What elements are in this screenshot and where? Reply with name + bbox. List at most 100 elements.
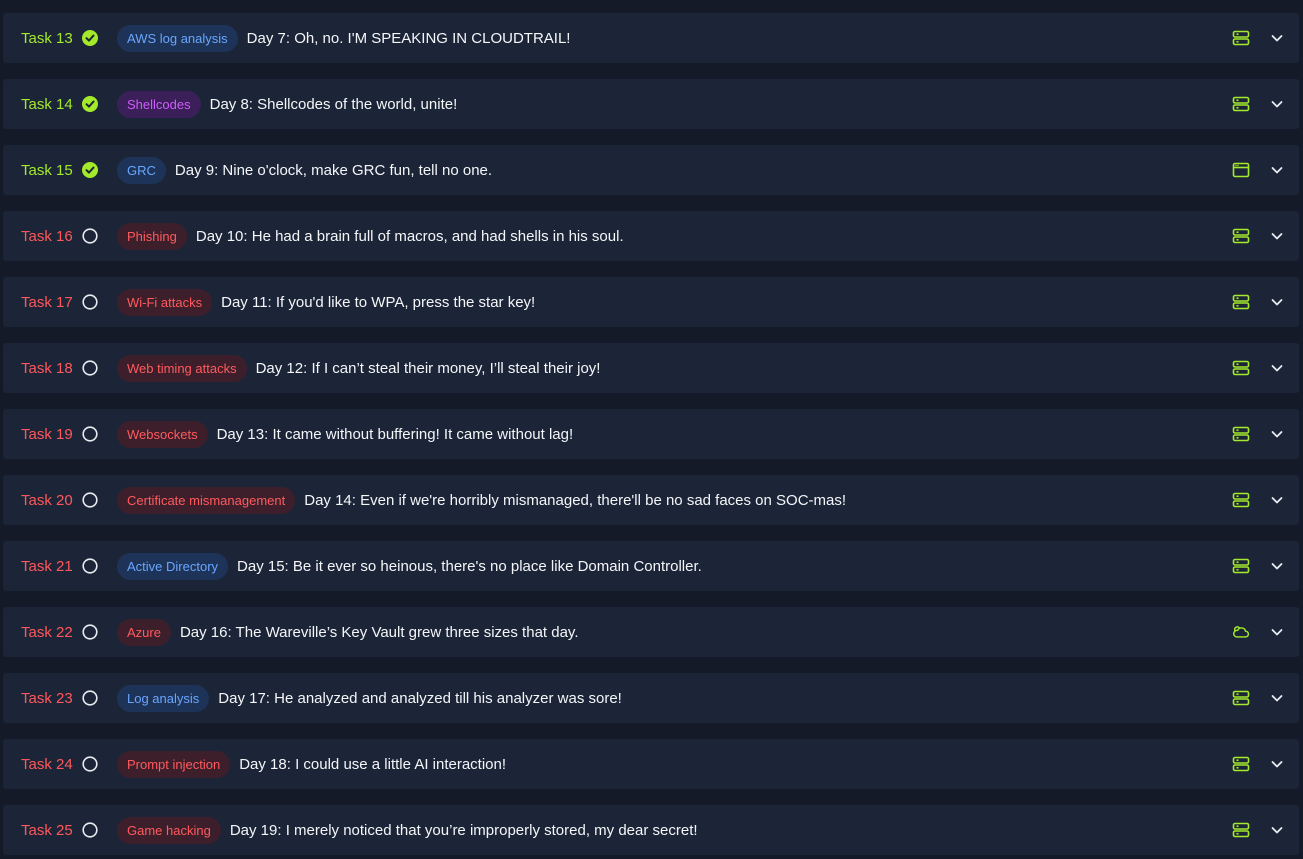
task-row-actions xyxy=(1232,689,1284,707)
empty-circle-icon xyxy=(82,228,98,244)
task-number-label: Task 22 xyxy=(21,623,73,641)
topic-tag: Certificate mismanagement xyxy=(117,486,296,514)
empty-circle-icon xyxy=(82,558,98,574)
server-icon xyxy=(1232,557,1250,575)
task-title: Day 9: Nine o'clock, make GRC fun, tell … xyxy=(174,161,493,179)
task-row[interactable]: Task 13 AWS log analysis Day 7: Oh, no. I'… xyxy=(3,13,1299,63)
browser-window-icon xyxy=(1232,161,1250,179)
task-row-actions xyxy=(1232,557,1284,575)
task-number-label: Task 14 xyxy=(21,95,73,113)
empty-circle-icon xyxy=(82,822,98,838)
task-row[interactable]: Task 18 Web timing attacks Day 12: If I ca… xyxy=(3,343,1299,393)
task-row[interactable]: Task 20 Certificate mismanagement Day 14: … xyxy=(3,475,1299,525)
task-row-actions xyxy=(1232,29,1284,47)
topic-tag: Game hacking xyxy=(117,816,221,844)
task-title: Day 8: Shellcodes of the world, unite! xyxy=(209,95,458,113)
task-number-label: Task 19 xyxy=(21,425,73,443)
task-number-label: Task 24 xyxy=(21,755,73,773)
chevron-down-icon[interactable] xyxy=(1270,163,1284,177)
check-circle-icon xyxy=(82,96,98,112)
chevron-down-icon[interactable] xyxy=(1270,97,1284,111)
task-row[interactable]: Task 24 Prompt injection Day 18: I could u… xyxy=(3,739,1299,789)
task-number-label: Task 21 xyxy=(21,557,73,575)
task-title: Day 17: He analyzed and analyzed till hi… xyxy=(218,689,622,707)
task-number-label: Task 25 xyxy=(21,821,73,839)
task-number-label: Task 18 xyxy=(21,359,73,377)
chevron-down-icon[interactable] xyxy=(1270,295,1284,309)
topic-tag: Prompt injection xyxy=(117,750,231,778)
topic-tag: Web timing attacks xyxy=(117,354,247,382)
check-circle-icon xyxy=(82,30,98,46)
server-icon xyxy=(1232,293,1250,311)
task-row[interactable]: Task 23 Log analysis Day 17: He analyzed a… xyxy=(3,673,1299,723)
task-row[interactable]: Task 22 Azure Day 16: The Wareville’s Key … xyxy=(3,607,1299,657)
task-title: Day 15: Be it ever so heinous, there's n… xyxy=(237,557,702,575)
chevron-down-icon[interactable] xyxy=(1270,625,1284,639)
task-row-actions xyxy=(1232,623,1284,641)
task-row[interactable]: Task 19 Websockets Day 13: It came without… xyxy=(3,409,1299,459)
task-title: Day 19: I merely noticed that you’re imp… xyxy=(229,821,698,839)
task-number-label: Task 13 xyxy=(21,29,73,47)
task-row[interactable]: Task 14 Shellcodes Day 8: Shellcodes of th… xyxy=(3,79,1299,129)
chevron-down-icon[interactable] xyxy=(1270,823,1284,837)
task-number-label: Task 20 xyxy=(21,491,73,509)
server-icon xyxy=(1232,29,1250,47)
task-row[interactable]: Task 15 GRC Day 9: Nine o'clock, make GRC … xyxy=(3,145,1299,195)
task-row-actions xyxy=(1232,359,1284,377)
task-row[interactable]: Task 21 Active Directory Day 15: Be it eve… xyxy=(3,541,1299,591)
chevron-down-icon[interactable] xyxy=(1270,757,1284,771)
topic-tag: Azure xyxy=(117,618,171,646)
topic-tag: Phishing xyxy=(117,222,187,250)
task-title: Day 18: I could use a little AI interact… xyxy=(239,755,507,773)
chevron-down-icon[interactable] xyxy=(1270,691,1284,705)
task-row-actions xyxy=(1232,227,1284,245)
check-circle-icon xyxy=(82,162,98,178)
empty-circle-icon xyxy=(82,492,98,508)
task-row-actions xyxy=(1232,425,1284,443)
chevron-down-icon[interactable] xyxy=(1270,361,1284,375)
server-icon xyxy=(1232,95,1250,113)
empty-circle-icon xyxy=(82,690,98,706)
server-icon xyxy=(1232,227,1250,245)
topic-tag: Active Directory xyxy=(117,552,229,580)
server-icon xyxy=(1232,689,1250,707)
task-title: Day 16: The Wareville’s Key Vault grew t… xyxy=(179,623,579,641)
empty-circle-icon xyxy=(82,624,98,640)
task-row-actions xyxy=(1232,491,1284,509)
task-row[interactable]: Task 17 Wi-Fi attacks Day 11: If you'd lik… xyxy=(3,277,1299,327)
empty-circle-icon xyxy=(82,426,98,442)
server-icon xyxy=(1232,491,1250,509)
server-icon xyxy=(1232,821,1250,839)
chevron-down-icon[interactable] xyxy=(1270,31,1284,45)
chevron-down-icon[interactable] xyxy=(1270,559,1284,573)
task-row-actions xyxy=(1232,755,1284,773)
task-row[interactable]: Task 25 Game hacking Day 19: I merely noti… xyxy=(3,805,1299,855)
task-row-actions xyxy=(1232,293,1284,311)
task-title: Day 12: If I can’t steal their money, I’… xyxy=(255,359,601,377)
task-row-actions xyxy=(1232,161,1284,179)
topic-tag: GRC xyxy=(117,156,166,184)
topic-tag: Wi-Fi attacks xyxy=(117,288,213,316)
server-icon xyxy=(1232,425,1250,443)
task-number-label: Task 23 xyxy=(21,689,73,707)
topic-tag: Shellcodes xyxy=(117,90,201,118)
chevron-down-icon[interactable] xyxy=(1270,427,1284,441)
task-title: Day 11: If you'd like to WPA, press the … xyxy=(221,293,536,311)
task-title: Day 10: He had a brain full of macros, a… xyxy=(195,227,624,245)
task-row-actions xyxy=(1232,95,1284,113)
server-icon xyxy=(1232,755,1250,773)
task-list: Task 13 AWS log analysis Day 7: Oh, no. I'… xyxy=(0,0,1303,859)
empty-circle-icon xyxy=(82,756,98,772)
topic-tag: AWS log analysis xyxy=(117,24,238,52)
task-title: Day 14: Even if we're horribly mismanage… xyxy=(304,491,847,509)
chevron-down-icon[interactable] xyxy=(1270,493,1284,507)
task-row[interactable]: Task 16 Phishing Day 10: He had a brain fu… xyxy=(3,211,1299,261)
task-number-label: Task 17 xyxy=(21,293,73,311)
task-number-label: Task 16 xyxy=(21,227,73,245)
topic-tag: Log analysis xyxy=(117,684,210,712)
server-icon xyxy=(1232,359,1250,377)
empty-circle-icon xyxy=(82,294,98,310)
cloud-icon xyxy=(1232,623,1250,641)
task-number-label: Task 15 xyxy=(21,161,73,179)
chevron-down-icon[interactable] xyxy=(1270,229,1284,243)
